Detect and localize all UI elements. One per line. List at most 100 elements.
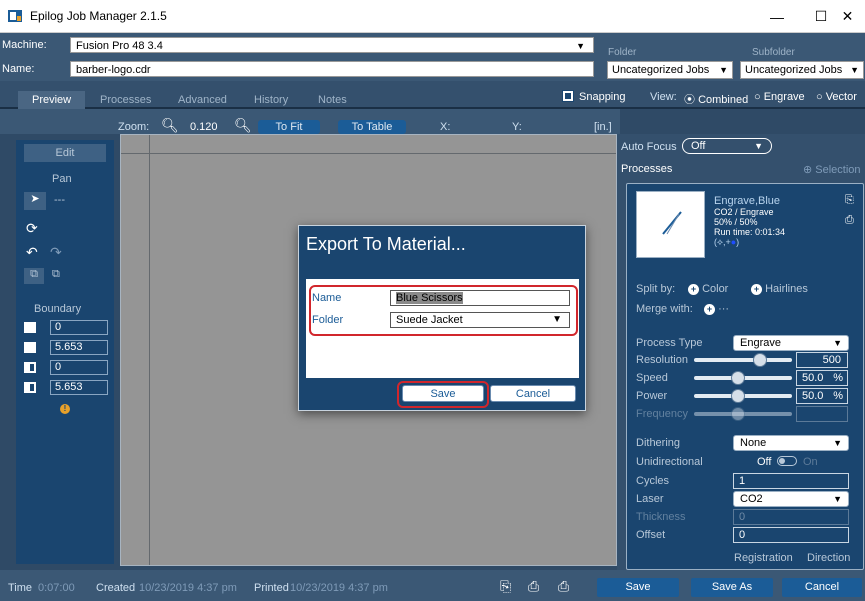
created-value: 10/23/2019 4:37 pm [139,582,237,594]
speed-label: Speed [636,372,668,384]
machine-value: Fusion Pro 48 3.4 [76,40,163,52]
zoom-value: 0.120 [190,121,218,133]
group-button[interactable]: ⧉ [24,268,44,284]
split-hairlines-button[interactable]: + Hairlines [751,283,808,295]
boundary-top-icon [24,362,36,373]
process-settings-box: Engrave,Blue CO2 / Engrave 50% / 50% Run… [626,183,864,570]
view-engrave-radio[interactable]: ○ Engrave [754,91,805,103]
export-icon[interactable]: ⎘ [845,194,854,207]
close-button[interactable]: ✕ [830,0,865,33]
import-icon[interactable]: ⎘ [500,578,511,595]
registration-tab[interactable]: Registration [734,552,793,564]
chevron-down-icon: ▼ [719,65,728,75]
split-color-button[interactable]: + Color [688,283,728,295]
resolution-slider[interactable] [694,358,792,362]
to-table-button[interactable]: To Table [338,120,406,134]
process-type-label: Process Type [636,337,703,349]
cancel-button[interactable]: Cancel [782,578,862,597]
folder-select[interactable]: Uncategorized Jobs ▼ [607,61,733,79]
material-folder-value: Suede Jacket [396,314,463,326]
power-slider-knob[interactable] [731,389,745,403]
speed-unit: % [833,372,843,384]
tab-processes[interactable]: Processes [86,91,165,109]
job-name-field[interactable]: barber-logo.cdr [70,61,594,77]
auto-focus-value: Off [691,140,706,152]
cycles-field[interactable]: 1 [733,473,849,489]
auto-focus-select[interactable]: Off ▼ [682,138,772,154]
export-icon[interactable]: ⎙ [528,578,539,595]
resolution-field[interactable]: 500 [796,352,848,368]
frequency-field[interactable] [796,406,848,422]
machine-select[interactable]: Fusion Pro 48 3.4 ▼ [70,37,594,53]
material-name-input[interactable]: Blue Scissors [390,290,570,306]
process-type-line: CO2 / Engrave [714,207,774,217]
dialog-cancel-button[interactable]: Cancel [490,385,576,402]
view-engrave-label: Engrave [763,91,805,103]
thickness-field[interactable]: 0 [733,509,849,525]
pointer-tool-button[interactable]: ➤ [24,192,46,210]
to-fit-button[interactable]: To Fit [258,120,320,134]
material-folder-select[interactable]: Suede Jacket ▼ [390,312,570,328]
dithering-select[interactable]: None ▼ [733,435,849,451]
view-label: View: [650,91,677,103]
merge-with-button[interactable]: + ··· [704,303,729,315]
dithering-label: Dithering [636,437,681,449]
offset-field[interactable]: 0 [733,527,849,543]
power-label: Power [636,390,668,402]
boundary-height-field[interactable]: 5.653 [50,380,108,395]
merge-dots: ··· [718,303,730,315]
tool-panel: Edit Pan ➤ --- ⟳ ↶ ↷ ⧉ ⧉ Boundary 0 5.65… [16,140,114,564]
group-icon: ⧉ [30,268,38,280]
zoom-out-icon[interactable]: 🔍︎ [161,117,179,134]
undo-icon[interactable]: ↶ [26,244,38,261]
direction-tab[interactable]: Direction [807,552,850,564]
save-button[interactable]: Save [597,578,679,597]
scissors-preview-icon [662,211,682,235]
tab-notes[interactable]: Notes [304,91,361,109]
view-combined-radio[interactable]: ⦿ Combined [684,91,748,107]
printed-label: Printed [254,582,289,594]
refresh-icon[interactable]: ⟳ [26,220,38,237]
tab-advanced[interactable]: Advanced [164,91,241,109]
tab-preview[interactable]: Preview [18,91,86,109]
ungroup-icon[interactable]: ⧉ [52,268,60,281]
selection-button[interactable]: ⊕ Selection [803,163,861,176]
process-type-select[interactable]: Engrave ▼ [733,335,849,351]
dithering-value: None [740,437,767,449]
laser-value: CO2 [740,493,763,505]
dialog-save-button[interactable]: Save [402,385,484,402]
chevron-down-icon: ▼ [576,41,585,51]
import-icon[interactable]: ⎙ [845,214,854,227]
split-hairlines-label: Hairlines [765,283,808,295]
zoom-in-icon[interactable]: 🔍︎ [234,117,252,134]
view-vector-radio[interactable]: ○ Vector [816,91,857,103]
speed-slider-knob[interactable] [731,371,745,385]
chevron-down-icon: ▼ [552,314,562,325]
power-value: 50.0 [802,390,824,402]
process-color-indicator: (⟡,+●) [714,237,740,247]
time-value: 0:07:00 [38,582,75,594]
frequency-slider-knob[interactable] [731,407,745,421]
snapping-checkbox[interactable] [562,90,574,102]
speed-field[interactable]: 50.0 % [796,370,848,386]
boundary-left-field[interactable]: 0 [50,320,108,335]
unidirectional-toggle[interactable] [777,456,797,466]
frequency-label: Frequency [636,408,688,420]
processes-label: Processes [621,163,673,175]
save-as-button[interactable]: Save As [691,578,773,597]
resolution-slider-knob[interactable] [753,353,767,367]
subfolder-select[interactable]: Uncategorized Jobs ▼ [740,61,864,79]
redo-icon[interactable]: ↷ [50,244,62,261]
split-color-label: Color [702,283,729,295]
boundary-width-field[interactable]: 5.653 [50,340,108,355]
power-field[interactable]: 50.0 % [796,388,848,404]
laser-select[interactable]: CO2 ▼ [733,491,849,507]
print-icon[interactable]: ⎙ [558,578,569,595]
minimize-button[interactable]: — [755,0,799,33]
folder-value: Uncategorized Jobs [612,64,710,76]
material-name-value: Blue Scissors [396,292,463,304]
boundary-top-field[interactable]: 0 [50,360,108,375]
tab-history[interactable]: History [240,91,302,109]
split-by-label: Split by: [636,283,676,295]
edit-button[interactable]: Edit [24,144,106,162]
